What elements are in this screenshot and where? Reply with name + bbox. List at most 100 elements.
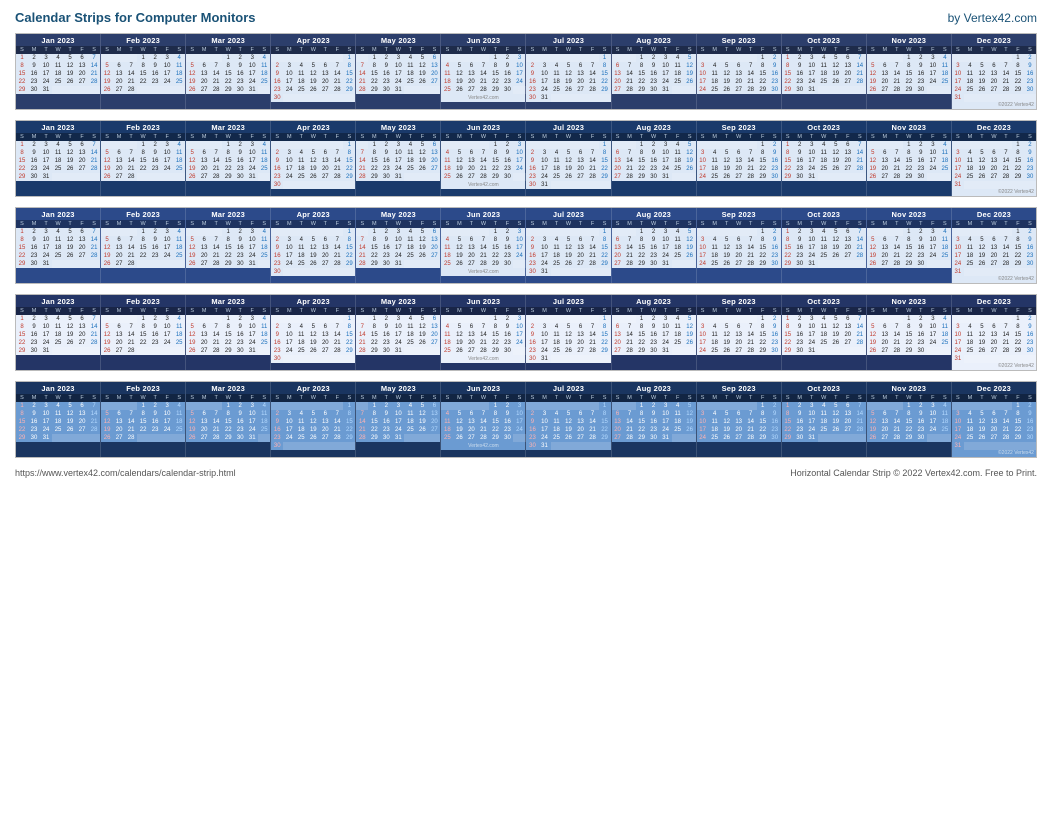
day-cell [551,268,563,276]
day-cell: 6 [113,410,125,418]
day-cell: 30 [915,434,927,442]
day-cell: 22 [599,78,611,86]
day-cell: 11 [551,157,563,165]
dow-T-8: T [745,220,757,228]
day-cell: 28 [624,86,636,94]
day-cell: 23 [271,86,283,94]
day-cell: 22 [222,426,234,434]
dow-T-9: T [830,46,842,54]
page-container: Calendar Strips for Computer Monitors by… [15,10,1037,478]
dow-W-8: W [733,46,745,54]
day-cell: 13 [612,331,624,339]
day-cell: 12 [684,323,696,331]
day-cell: 6 [113,149,125,157]
day-cell: 9 [1024,323,1036,331]
day-cell: 18 [672,244,684,252]
dow-T-3: T [319,220,331,228]
day-cell: 7 [624,149,636,157]
day-cell [404,434,416,442]
day-cell [538,315,550,323]
day-cell: 21 [587,165,599,173]
day-cell: 15 [636,331,648,339]
day-cell: 7 [587,236,599,244]
day-cell: 15 [1012,331,1024,339]
day-cell: 15 [16,157,28,165]
day-cell: 22 [16,78,28,86]
day-cell: 5 [101,149,113,157]
day-cell: 17 [660,331,672,339]
dow-F-7: F [672,220,684,228]
day-cell: 21 [854,244,866,252]
day-cell [818,86,830,94]
day-cell: 26 [307,260,319,268]
day-cell: 18 [939,70,951,78]
day-cell: 6 [575,149,587,157]
day-cell: 20 [575,78,587,86]
day-cell: 4 [709,149,721,157]
day-cell: 8 [489,410,501,418]
day-cell: 27 [879,260,891,268]
day-cell [113,228,125,236]
day-cell: 15 [636,418,648,426]
day-cell: 12 [867,70,879,78]
day-cell: 2 [234,141,246,149]
day-cell: 30 [794,434,806,442]
day-cell [161,173,173,181]
day-cell: 29 [782,347,794,355]
dow-T-11: T [1000,220,1012,228]
day-cell: 15 [489,331,501,339]
month-title-Dec: Dec 2023 [952,295,1036,307]
day-cell: 23 [915,252,927,260]
day-cell: 16 [526,252,538,260]
day-cell: 21 [210,339,222,347]
day-cell [599,442,611,450]
day-cell: 21 [88,157,100,165]
day-cell: 28 [745,86,757,94]
dow-S-10: S [939,46,951,54]
day-cell: 18 [173,157,185,165]
day-cell: 29 [1012,347,1024,355]
day-cell: 16 [769,244,781,252]
day-cell [283,355,295,363]
day-cell: 16 [794,70,806,78]
day-cell: 28 [1000,86,1012,94]
dow-T-5: T [489,133,501,141]
day-cell [465,54,477,62]
day-cell: 21 [854,418,866,426]
month-block-Mar: Mar 2023SMTWTFS1234567891011121314151617… [186,295,271,370]
day-cell: 16 [149,157,161,165]
day-cell: 28 [854,426,866,434]
day-cell: 26 [64,339,76,347]
dow-S-1: S [101,394,113,402]
day-cell: 15 [782,157,794,165]
day-cell: 15 [782,70,794,78]
day-cell: 8 [137,236,149,244]
day-cell: 8 [636,236,648,244]
day-cell [453,402,465,410]
dow-F-9: F [842,307,854,315]
day-cell [210,54,222,62]
day-cell [551,181,563,189]
day-cell [599,94,611,102]
day-cell [952,315,964,323]
day-cell: 19 [867,78,879,86]
dow-T-3: T [295,394,307,402]
day-cell: 22 [368,165,380,173]
day-cell: 15 [636,157,648,165]
day-cell: 17 [513,331,525,339]
day-cell: 8 [343,323,355,331]
day-cell: 3 [513,315,525,323]
dow-S-2: S [258,394,270,402]
day-cell: 5 [830,402,842,410]
day-cell: 21 [1000,252,1012,260]
day-cell: 14 [891,331,903,339]
day-cell: 23 [28,78,40,86]
dow-T-9: T [806,220,818,228]
day-cell: 2 [915,315,927,323]
month-block-Sep: Sep 2023SMTWTFS1234567891011121314151617… [697,208,782,283]
day-cell: 15 [222,418,234,426]
day-cell: 18 [672,331,684,339]
day-cell [551,228,563,236]
dow-T-0: T [64,394,76,402]
day-cell: 11 [939,62,951,70]
